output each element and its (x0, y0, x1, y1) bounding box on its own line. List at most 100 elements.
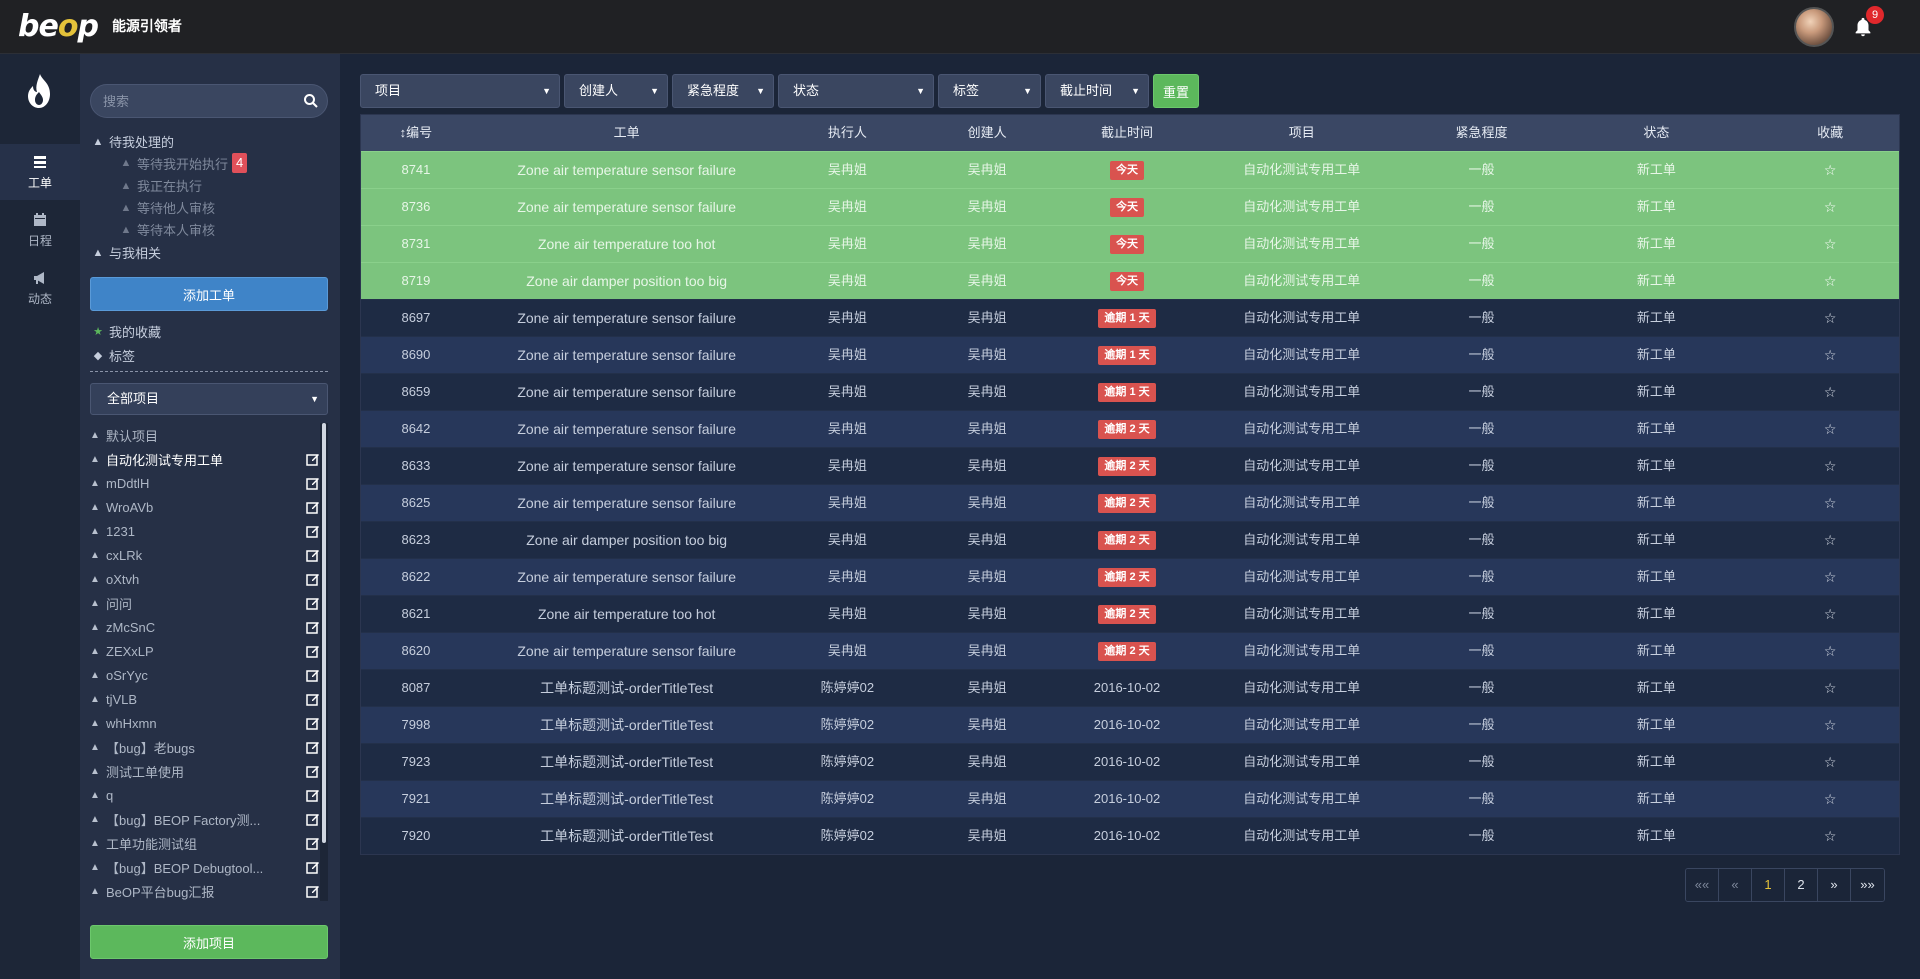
rail-item-activity[interactable]: 动态 (0, 260, 80, 316)
project-item[interactable]: ▲ 测试工单使用 (90, 759, 320, 783)
table-row[interactable]: 7921 工单标题测试-orderTitleTest 陈婷婷02 吴冉姐 2016-10… (361, 780, 1899, 817)
filter-deadline[interactable]: 截止时间 ▼ (1045, 74, 1149, 108)
table-row[interactable]: 8659 Zone air temperature sensor failure 吴… (361, 373, 1899, 410)
star-icon[interactable]: ☆ (1824, 643, 1837, 659)
column-header-urgency[interactable]: 紧急程度 (1412, 115, 1552, 151)
edit-icon[interactable] (306, 716, 320, 730)
column-header-status[interactable]: 状态 (1551, 115, 1761, 151)
project-item[interactable]: ▲ 问问 (90, 591, 320, 615)
star-icon[interactable]: ☆ (1824, 273, 1837, 289)
table-row[interactable]: 8731 Zone air temperature too hot 吴冉姐 吴冉姐 今天… (361, 225, 1899, 262)
project-item[interactable]: ▲ q (90, 783, 320, 807)
tree-related[interactable]: ▲ 与我相关 (92, 243, 161, 262)
star-icon[interactable]: ☆ (1824, 347, 1837, 363)
project-item[interactable]: ▲ whHxmn (90, 711, 320, 735)
edit-icon[interactable] (306, 644, 320, 658)
column-header-deadline[interactable]: 截止时间 (1062, 115, 1192, 151)
star-icon[interactable]: ☆ (1824, 606, 1837, 622)
first-page-button[interactable]: «« (1686, 869, 1719, 901)
star-icon[interactable]: ☆ (1824, 236, 1837, 252)
edit-icon[interactable] (306, 692, 320, 706)
table-row[interactable]: 7998 工单标题测试-orderTitleTest 陈婷婷02 吴冉姐 2016-10… (361, 706, 1899, 743)
table-row[interactable]: 8621 Zone air temperature too hot 吴冉姐 吴冉姐 逾期… (361, 595, 1899, 632)
edit-icon[interactable] (306, 452, 320, 466)
table-row[interactable]: 8736 Zone air temperature sensor failure 吴… (361, 188, 1899, 225)
last-page-button[interactable]: »» (1851, 869, 1884, 901)
table-row[interactable]: 8623 Zone air damper position too big 吴冉姐 吴… (361, 521, 1899, 558)
prev-page-button[interactable]: « (1719, 869, 1752, 901)
tree-executing[interactable]: ▲ 我正在执行 (120, 176, 202, 195)
project-item[interactable]: ▲ 默认项目 (90, 423, 320, 447)
star-icon[interactable]: ☆ (1824, 828, 1837, 844)
project-item[interactable]: ▲ 工单功能测试组 (90, 831, 320, 855)
table-row[interactable]: 8697 Zone air temperature sensor failure 吴… (361, 299, 1899, 336)
user-avatar[interactable] (1794, 7, 1834, 47)
star-icon[interactable]: ☆ (1824, 199, 1837, 215)
star-icon[interactable]: ☆ (1824, 569, 1837, 585)
column-header-title[interactable]: 工单 (471, 115, 783, 151)
edit-icon[interactable] (306, 524, 320, 538)
table-row[interactable]: 8633 Zone air temperature sensor failure 吴… (361, 447, 1899, 484)
tree-others-review[interactable]: ▲ 等待他人审核 (120, 198, 215, 217)
table-row[interactable]: 7920 工单标题测试-orderTitleTest 陈婷婷02 吴冉姐 2016-10… (361, 817, 1899, 854)
filter-project[interactable]: 项目 ▼ (360, 74, 560, 108)
rail-item-schedule[interactable]: 日程 (0, 202, 80, 258)
edit-icon[interactable] (306, 740, 320, 754)
table-row[interactable]: 8719 Zone air damper position too big 吴冉姐 吴… (361, 262, 1899, 299)
edit-icon[interactable] (306, 596, 320, 610)
star-icon[interactable]: ☆ (1824, 310, 1837, 326)
project-item[interactable]: ▲ 【bug】BEOP Factory测... (90, 807, 320, 831)
star-icon[interactable]: ☆ (1824, 495, 1837, 511)
project-item[interactable]: ▲ oXtvh (90, 567, 320, 591)
star-icon[interactable]: ☆ (1824, 421, 1837, 437)
star-icon[interactable]: ☆ (1824, 532, 1837, 548)
edit-icon[interactable] (306, 812, 320, 826)
star-icon[interactable]: ☆ (1824, 162, 1837, 178)
filter-creator[interactable]: 创建人 ▼ (564, 74, 668, 108)
next-page-button[interactable]: » (1818, 869, 1851, 901)
column-header-favorite[interactable]: 收藏 (1761, 115, 1899, 151)
table-row[interactable]: 8642 Zone air temperature sensor failure 吴… (361, 410, 1899, 447)
filter-status[interactable]: 状态 ▼ (778, 74, 934, 108)
tree-pending[interactable]: ▲ 待我处理的 (92, 132, 174, 151)
table-row[interactable]: 8622 Zone air temperature sensor failure 吴… (361, 558, 1899, 595)
project-item[interactable]: ▲ 1231 (90, 519, 320, 543)
edit-icon[interactable] (306, 620, 320, 634)
project-item[interactable]: ▲ zMcSnC (90, 615, 320, 639)
edit-icon[interactable] (306, 764, 320, 778)
filter-urgency[interactable]: 紧急程度 ▼ (672, 74, 774, 108)
edit-icon[interactable] (306, 668, 320, 682)
star-icon[interactable]: ☆ (1824, 717, 1837, 733)
project-item[interactable]: ▲ 自动化测试专用工单 (90, 447, 320, 471)
column-header-id[interactable]: ↕编号 (361, 115, 471, 151)
column-header-project[interactable]: 项目 (1192, 115, 1412, 151)
star-icon[interactable]: ☆ (1824, 680, 1837, 696)
project-item[interactable]: ▲ cxLRk (90, 543, 320, 567)
rail-item-workorder[interactable]: 工单 (0, 144, 80, 200)
star-icon[interactable]: ☆ (1824, 384, 1837, 400)
star-icon[interactable]: ☆ (1824, 458, 1837, 474)
edit-icon[interactable] (306, 572, 320, 586)
project-item[interactable]: ▲ 【bug】BEOP Debugtool... (90, 855, 320, 879)
search-input[interactable] (103, 85, 293, 117)
page-2-button[interactable]: 2 (1785, 869, 1818, 901)
project-item[interactable]: ▲ tjVLB (90, 687, 320, 711)
column-header-executor[interactable]: 执行人 (782, 115, 912, 151)
tree-self-review[interactable]: ▲ 等待本人审核 (120, 220, 215, 239)
edit-icon[interactable] (306, 476, 320, 490)
table-row[interactable]: 8620 Zone air temperature sensor failure 吴… (361, 632, 1899, 669)
project-list-scrollbar[interactable] (320, 423, 328, 901)
table-row[interactable]: 8087 工单标题测试-orderTitleTest 陈婷婷02 吴冉姐 2016-10… (361, 669, 1899, 706)
search-icon[interactable] (303, 93, 319, 109)
add-workorder-button[interactable]: 添加工单 (90, 277, 328, 311)
project-item[interactable]: ▲ oSrYyc (90, 663, 320, 687)
table-row[interactable]: 8625 Zone air temperature sensor failure 吴… (361, 484, 1899, 521)
project-item[interactable]: ▲ ZEXxLP (90, 639, 320, 663)
star-icon[interactable]: ☆ (1824, 791, 1837, 807)
project-filter-select[interactable]: 全部项目 ▼ (90, 383, 328, 415)
project-item[interactable]: ▲ BeOP平台bug汇报 (90, 879, 320, 901)
page-1-button[interactable]: 1 (1752, 869, 1785, 901)
edit-icon[interactable] (306, 788, 320, 802)
brand-logo[interactable]: beop 能源引领者 (18, 9, 182, 44)
filter-tags[interactable]: 标签 ▼ (938, 74, 1041, 108)
